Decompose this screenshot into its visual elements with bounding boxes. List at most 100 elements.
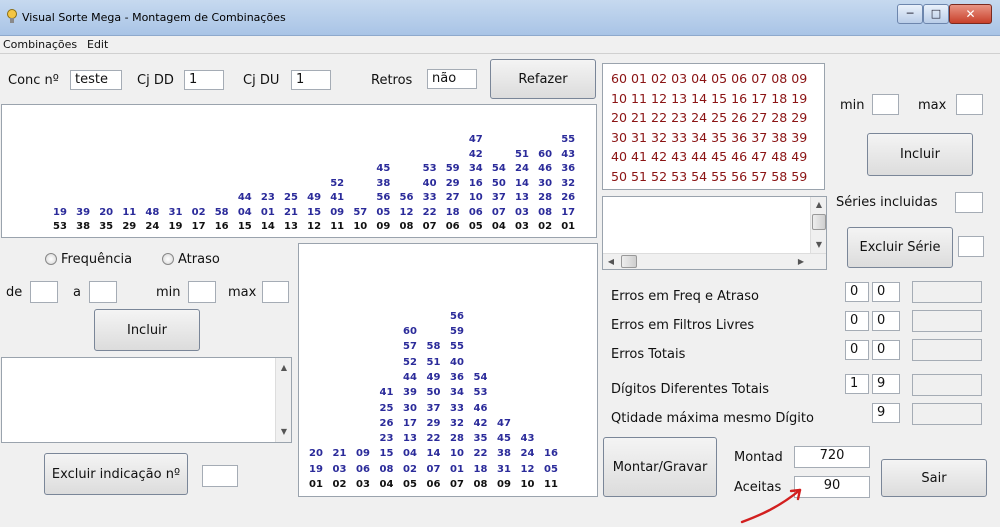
erros-freq-b: 0 — [872, 282, 900, 302]
stack-number: 11 — [122, 206, 137, 218]
stack-number: 58 — [426, 341, 441, 353]
stack-number: 31 — [497, 463, 511, 475]
excluir-serie-button[interactable]: Excluir Série — [847, 227, 953, 268]
cjdd-input[interactable]: 1 — [184, 70, 224, 90]
stack-number: 26 — [379, 417, 394, 429]
base-number: 11 — [330, 221, 345, 232]
stack-number: 41 — [330, 192, 345, 203]
close-button[interactable]: ✕ — [949, 4, 992, 24]
stack-number: 12 — [399, 206, 414, 218]
grid-row: 40 41 42 43 44 45 46 47 48 49 — [611, 149, 808, 164]
retros-label: Retros — [371, 73, 413, 88]
conc-label: Conc nº — [8, 73, 59, 88]
scroll-thumb[interactable] — [812, 214, 826, 230]
base-number: 09 — [376, 221, 391, 232]
scroll-up-icon[interactable]: ▲ — [811, 197, 827, 213]
atraso-label: Atraso — [178, 252, 220, 267]
erros-totais-a: 0 — [845, 340, 869, 360]
de-label: de — [6, 285, 23, 300]
base-number: 09 — [497, 479, 511, 490]
base-number: 17 — [191, 221, 206, 232]
sair-button[interactable]: Sair — [881, 459, 987, 497]
min-input[interactable] — [872, 94, 899, 115]
stack-number: 55 — [450, 341, 464, 353]
series-incluidas-label: Séries incluidas — [836, 195, 938, 210]
stack-number: 07 — [426, 463, 441, 475]
indicacao-list-vscroll[interactable]: ▲ ▼ — [275, 358, 291, 442]
retros-input[interactable]: não — [427, 69, 477, 89]
stack-number: 60 — [403, 326, 417, 337]
stack-number: 13 — [403, 433, 417, 445]
stack-number: 12 — [520, 463, 535, 475]
max-input[interactable] — [956, 94, 983, 115]
incluir-left-button[interactable]: Incluir — [94, 309, 200, 351]
stack-number: 46 — [473, 402, 488, 414]
cjdu-input[interactable]: 1 — [291, 70, 331, 90]
de-input[interactable] — [30, 281, 58, 303]
scroll-down-icon[interactable]: ▼ — [811, 237, 827, 253]
stack-number: 54 — [491, 163, 506, 174]
base-number: 04 — [491, 221, 506, 232]
scroll-up-icon[interactable]: ▲ — [276, 360, 292, 376]
grid-row: 50 51 52 53 54 55 56 57 58 59 — [611, 169, 808, 184]
stack-number: 06 — [468, 206, 483, 218]
stack-number: 45 — [376, 163, 391, 174]
menu-edit[interactable]: Edit — [87, 38, 108, 51]
excluir-serie-input[interactable] — [958, 236, 984, 257]
stack-number: 25 — [284, 192, 298, 203]
series-list-hscroll[interactable]: ◀ ▶ — [603, 253, 826, 269]
a-input[interactable] — [89, 281, 117, 303]
erros-totais-label: Erros Totais — [611, 347, 686, 362]
stack-number: 06 — [356, 463, 370, 475]
base-number: 10 — [353, 221, 368, 232]
incluir-right-button[interactable]: Incluir — [867, 133, 973, 176]
base-number: 06 — [426, 479, 441, 490]
conc-input[interactable]: teste — [70, 70, 122, 90]
atraso-radio[interactable] — [162, 253, 174, 265]
base-number: 07 — [422, 221, 437, 232]
stack-number: 34 — [468, 163, 483, 174]
stack-number: 22 — [473, 448, 488, 460]
stack-number: 37 — [491, 192, 506, 203]
scroll-thumb[interactable] — [621, 255, 637, 268]
montar-gravar-button[interactable]: Montar/Gravar — [603, 437, 717, 497]
stack-number: 33 — [422, 192, 437, 203]
stack-number: 36 — [561, 163, 576, 174]
stack-number: 24 — [515, 163, 529, 174]
base-number: 19 — [168, 221, 183, 232]
digitos-a: 1 — [845, 374, 869, 394]
series-list[interactable]: ▲ ▼ ◀ ▶ — [602, 196, 827, 270]
scroll-right-icon[interactable]: ▶ — [793, 254, 809, 270]
stack-number: 35 — [473, 433, 488, 445]
qtidade-label: Qtidade máxima mesmo Dígito — [611, 411, 814, 426]
excluir-indicacao-input[interactable] — [202, 465, 238, 487]
max-label: max — [918, 98, 947, 113]
grid-row: 60 01 02 03 04 05 06 07 08 09 — [611, 71, 808, 86]
menu-combinacoes[interactable]: Combinações — [3, 38, 77, 51]
max-range-input[interactable] — [262, 281, 289, 303]
refazer-button[interactable]: Refazer — [490, 59, 596, 99]
min-range-input[interactable] — [188, 281, 216, 303]
base-number: 06 — [445, 221, 460, 232]
stack-number: 42 — [468, 148, 483, 160]
maximize-button[interactable]: □ — [923, 4, 949, 24]
series-list-vscroll[interactable]: ▲ ▼ — [810, 197, 826, 253]
max-range-label: max — [228, 285, 257, 300]
base-number: 01 — [561, 221, 576, 232]
indicacao-list[interactable]: ▲ ▼ — [1, 357, 292, 443]
atraso-chart: 01 19 20 02 03 21 03 06 09 04 08 15 23 26 25 41 05 02 04 13… — [298, 243, 598, 497]
excluir-indicacao-button[interactable]: Excluir indicação nº — [44, 453, 188, 495]
stack-number: 39 — [403, 387, 417, 399]
min-label: min — [840, 98, 865, 113]
montad-value: 720 — [794, 446, 870, 468]
scroll-down-icon[interactable]: ▼ — [276, 424, 292, 440]
base-number: 14 — [260, 221, 275, 232]
window-title: Visual Sorte Mega - Montagem de Combinaç… — [22, 11, 286, 24]
frequencia-radio[interactable] — [45, 253, 57, 265]
stack-number: 51 — [515, 148, 529, 160]
scroll-left-icon[interactable]: ◀ — [603, 254, 619, 270]
stack-number: 52 — [403, 356, 417, 368]
base-number: 03 — [356, 479, 370, 490]
minimize-button[interactable]: ─ — [897, 4, 923, 24]
grid-row: 30 31 32 33 34 35 36 37 38 39 — [611, 130, 808, 145]
